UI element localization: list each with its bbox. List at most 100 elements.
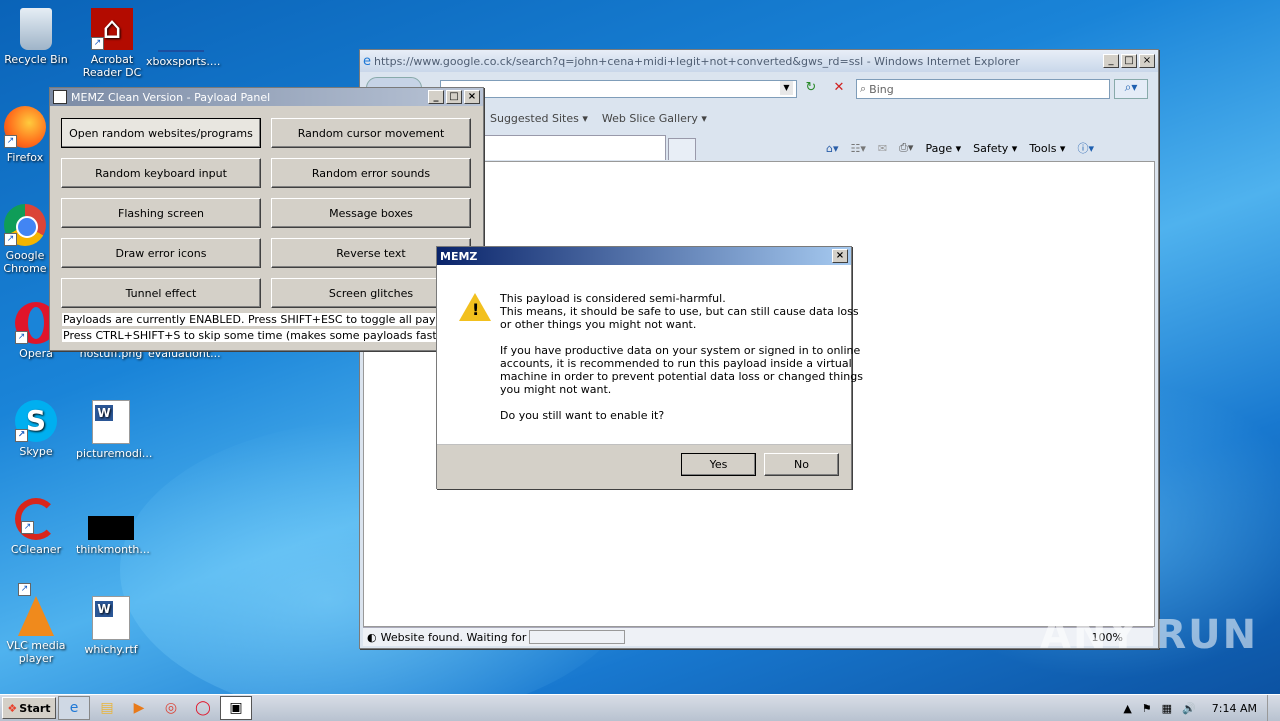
payload-button-message-boxes[interactable]: Message boxes [271,198,471,228]
dialog-title: MEMZ [440,249,478,263]
ie-status-bar: ◐ Website found. Waiting for re 100% [363,627,1153,646]
search-input[interactable]: ⌕ Bing [856,79,1110,99]
search-icon: ⌕ [860,82,867,95]
file-icon [158,8,204,52]
memz-confirm-dialog: MEMZ × ! This payload is considered semi… [436,246,863,489]
close-button[interactable]: × [832,249,848,263]
print-icon[interactable]: ⎙▾ [899,141,913,155]
payload-button-tunnel-effect[interactable]: Tunnel effect [61,278,261,308]
icon-label: Recycle Bin [4,53,68,66]
clock[interactable]: 7:14 AM [1212,702,1257,715]
desktop-icon-thinkmonth[interactable]: thinkmonth... [76,498,150,556]
icon-label: Google Chrome [3,249,47,275]
dialog-question: Do you still want to enable it? [500,409,665,422]
dialog-line: If you have productive data on your syst… [500,344,861,357]
memz-payload-panel: MEMZ Clean Version - Payload Panel _ □ ×… [49,87,484,351]
yes-button[interactable]: Yes [681,453,756,476]
desktop-icon-xboxsports[interactable]: xboxsports.... [146,8,220,68]
progress-bar [528,630,625,644]
dialog-titlebar: MEMZ × [437,247,851,265]
payload-button-draw-error-icons[interactable]: Draw error icons [61,238,261,268]
desktop-icon-vlc[interactable]: ↗ VLC media player [1,583,71,665]
refresh-icon[interactable]: ↻ [802,80,820,96]
home-icon[interactable]: ⌂▾ [826,142,839,155]
taskbar-ie-icon[interactable]: e [58,696,90,720]
recycle-bin-icon [20,8,52,50]
taskbar-media-player-icon[interactable]: ▶ [124,697,154,719]
desktop-icon-recycle-bin[interactable]: Recycle Bin [1,8,71,66]
payload-button-flashing-screen[interactable]: Flashing screen [61,198,261,228]
icon-label: xboxsports.... [146,55,221,68]
volume-icon[interactable]: 🔊 [1182,702,1196,715]
anyrun-watermark: ANY RUN [1040,612,1259,658]
desktop-icon-chrome[interactable]: ↗ Google Chrome [1,204,49,275]
icon-label: VLC media player [6,639,66,665]
desktop-icon-skype[interactable]: S ↗ Skype [1,400,71,458]
tools-menu[interactable]: Tools ▾ [1029,142,1065,155]
no-button[interactable]: No [764,453,839,476]
icon-label: thinkmonth... [76,543,150,556]
search-placeholder: Bing [869,82,894,96]
taskbar-chrome-icon[interactable]: ◎ [156,697,186,719]
dialog-button-area: Yes No [437,444,851,489]
ccleaner-icon: ↗ [15,498,57,540]
file-icon [88,516,134,540]
dialog-line: This means, it should be safe to use, bu… [500,305,859,318]
icon-label: Skype [19,445,53,458]
mail-icon[interactable]: ✉ [878,142,887,155]
close-button[interactable]: × [1139,54,1155,68]
payload-button-open-random-websites[interactable]: Open random websites/programs [61,118,261,148]
dialog-line: accounts, it is recommended to run this … [500,357,852,370]
stop-icon[interactable]: ✕ [830,80,848,96]
word-document-icon: W [92,400,130,444]
maximize-button[interactable]: □ [1121,54,1137,68]
payload-button-random-error-sounds[interactable]: Random error sounds [271,158,471,188]
chrome-icon: ↗ [4,204,46,246]
page-menu[interactable]: Page ▾ [925,142,961,155]
favorites-web-slice-gallery[interactable]: Web Slice Gallery ▾ [602,112,707,125]
taskbar-memz-icon[interactable]: ▣ [220,696,252,720]
loading-icon: ◐ [367,630,377,644]
favorites-suggested-sites[interactable]: Suggested Sites ▾ [490,112,588,125]
network-icon[interactable]: ▦ [1162,702,1172,715]
start-button[interactable]: ❖ Start [2,697,56,719]
minimize-button[interactable]: _ [428,90,444,104]
panel-app-icon [53,90,67,104]
minimize-button[interactable]: _ [1103,54,1119,68]
dialog-line: This payload is considered semi-harmful. [500,292,726,305]
desktop-icon-picturemodi[interactable]: W picturemodi... [76,400,152,460]
show-desktop-button[interactable] [1267,695,1280,721]
firefox-icon: ↗ [4,106,46,148]
desktop-icon-acrobat[interactable]: ⌂ ↗ Acrobat Reader DC [77,8,147,79]
show-hidden-icons-icon[interactable]: ▲ [1123,702,1131,715]
feeds-icon[interactable]: ☷▾ [851,142,866,155]
taskbar-explorer-icon[interactable]: ▤ [92,697,122,719]
ie-titlebar: e https://www.google.co.ck/search?q=john… [360,50,1158,72]
desktop-icon-whichy[interactable]: W whichy.rtf [76,596,146,656]
acrobat-icon: ⌂ ↗ [91,8,133,50]
favorites-bar: Suggested Sites ▾ Web Slice Gallery ▾ [490,112,707,125]
search-button[interactable]: ⌕▾ [1114,79,1148,99]
maximize-button[interactable]: □ [446,90,462,104]
taskbar-opera-icon[interactable]: ◯ [188,697,218,719]
skip-time-hint: Press CTRL+SHIFT+S to skip some time (ma… [62,329,454,342]
icon-label: picturemodi... [76,447,153,460]
new-tab-button[interactable] [668,138,696,160]
panel-title: MEMZ Clean Version - Payload Panel [71,90,271,104]
desktop-icon-ccleaner[interactable]: ↗ CCleaner [1,498,71,556]
icon-label: whichy.rtf [84,643,138,656]
icon-label: Acrobat Reader DC [82,53,142,79]
payload-button-random-cursor[interactable]: Random cursor movement [271,118,471,148]
windows-logo-icon: ❖ [7,701,18,715]
address-bar[interactable] [440,80,797,98]
safety-menu[interactable]: Safety ▾ [973,142,1017,155]
close-button[interactable]: × [464,90,480,104]
ie-tab[interactable] [484,135,666,160]
payload-button-random-keyboard[interactable]: Random keyboard input [61,158,261,188]
help-icon[interactable]: ⓘ▾ [1077,140,1094,156]
address-dropdown-icon[interactable]: ▼ [780,81,793,95]
desktop-icon-firefox[interactable]: ↗ Firefox [1,106,49,164]
dialog-line: or other things you might not want. [500,318,697,331]
action-center-icon[interactable]: ⚑ [1142,702,1152,715]
icon-label: CCleaner [10,543,62,556]
